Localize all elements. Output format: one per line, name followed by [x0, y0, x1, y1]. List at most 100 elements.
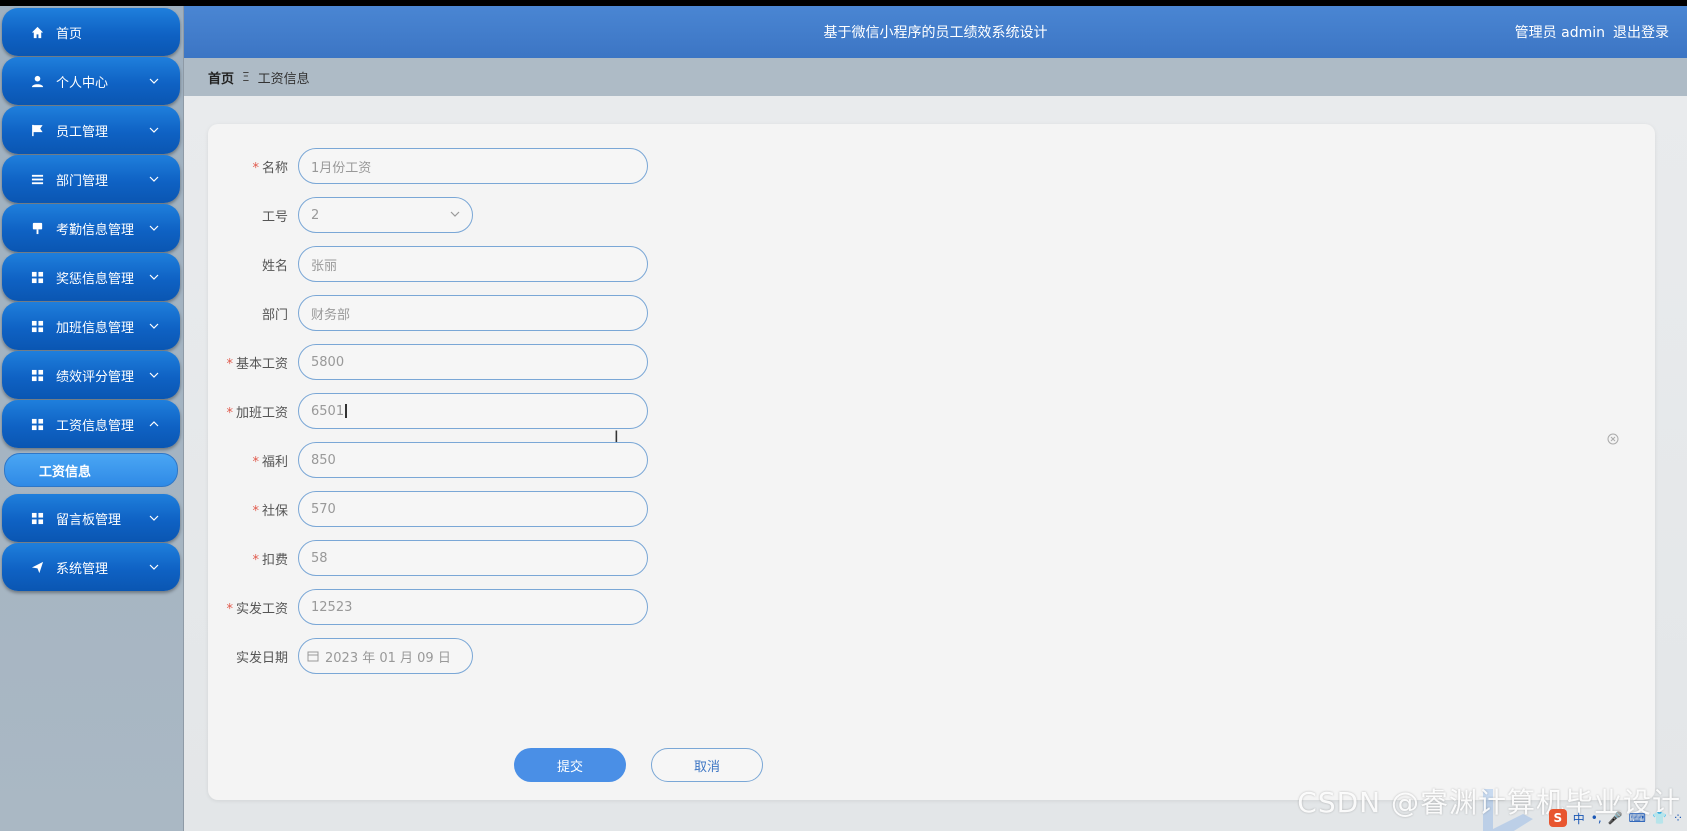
sidebar-item-9[interactable]: 留言板管理	[2, 494, 180, 542]
field-label-text: 社保	[261, 503, 288, 519]
grid-icon	[30, 319, 44, 333]
text-field[interactable]: 张丽	[298, 246, 648, 282]
chevron-down-icon	[148, 320, 160, 332]
field-label-text: 加班工资	[235, 405, 288, 421]
grid-icon	[30, 270, 44, 284]
breadcrumb-home[interactable]: 首页	[208, 68, 234, 87]
field-value: 张丽	[311, 258, 338, 274]
sidebar-item-label: 员工管理	[56, 124, 109, 140]
ime-toolbar[interactable]: S 中 •, 🎤 ⌨ 👕 ⁘	[1548, 809, 1683, 827]
field-label: * 实发工资	[208, 598, 298, 617]
chevron-down-icon	[148, 369, 160, 381]
field-label-text: 工号	[261, 209, 288, 225]
text-field[interactable]: 58	[298, 540, 648, 576]
sidebar-item-5[interactable]: 奖惩信息管理	[2, 253, 180, 301]
chevron-down-icon	[148, 75, 160, 87]
ime-keyboard-icon[interactable]: ⌨	[1629, 811, 1646, 825]
text-field[interactable]: 5800	[298, 344, 648, 380]
sidebar-item-label: 加班信息管理	[56, 320, 135, 336]
text-field[interactable]: 12523	[298, 589, 648, 625]
form-row: * 扣费 58	[208, 540, 908, 576]
field-label: 工号	[208, 206, 298, 225]
list-icon	[30, 172, 44, 186]
chevron-down-icon	[450, 208, 460, 223]
grid-icon	[30, 417, 44, 431]
ime-punct-icon[interactable]: •,	[1591, 811, 1602, 825]
form-row: * 社保 570	[208, 491, 908, 527]
required-mark: *	[226, 405, 233, 421]
required-mark: *	[252, 454, 259, 470]
text-field[interactable]: 6501	[298, 393, 648, 429]
form-row: * 实发工资 12523	[208, 589, 908, 625]
chevron-down-icon	[148, 222, 160, 234]
system-title: 基于微信小程序的员工绩效系统设计	[823, 25, 1048, 41]
chevron-down-icon	[148, 271, 160, 283]
text-field[interactable]: 850	[298, 442, 648, 478]
user-icon	[30, 74, 44, 88]
grid-icon	[30, 511, 44, 525]
sidebar-item-label: 系统管理	[56, 561, 109, 577]
required-mark: *	[252, 503, 259, 519]
ime-skin-icon[interactable]: 👕	[1652, 811, 1667, 825]
sidebar-item-label: 考勤信息管理	[56, 222, 135, 238]
sidebar-item-label: 部门管理	[56, 173, 109, 189]
breadcrumb-separator: Ξ	[242, 70, 250, 84]
field-value: 12523	[311, 599, 353, 615]
form-row: 部门 财务部	[208, 295, 908, 331]
sidebar-item-label: 个人中心	[56, 75, 109, 91]
field-label-text: 福利	[261, 454, 288, 470]
calendar-icon	[307, 650, 319, 662]
sidebar-item-label: 留言板管理	[56, 512, 122, 528]
field-label: 实发日期	[208, 647, 298, 666]
field-value: 2023 年 01 月 09 日	[325, 650, 451, 666]
required-mark: *	[252, 160, 259, 176]
sidebar-item-label: 奖惩信息管理	[56, 271, 135, 287]
chevron-down-icon	[148, 512, 160, 524]
form-row: * 加班工资 6501	[208, 393, 908, 429]
field-value: 570	[311, 501, 336, 517]
pay-date-picker[interactable]: 2023 年 01 月 09 日	[298, 638, 473, 674]
ime-mode[interactable]: 中	[1573, 810, 1585, 827]
input-caret	[345, 404, 348, 418]
sidebar-subitem-salary-info[interactable]: 工资信息	[4, 453, 178, 487]
field-label-text: 实发工资	[235, 601, 288, 617]
form-row: * 福利 850	[208, 442, 908, 478]
chevron-down-icon	[148, 561, 160, 573]
logout-link[interactable]: 退出登录	[1613, 22, 1669, 42]
field-label: * 社保	[208, 500, 298, 519]
ime-menu-icon[interactable]: ⁘	[1673, 811, 1683, 825]
ime-mic-icon[interactable]: 🎤	[1608, 811, 1623, 825]
cancel-button[interactable]: 取消	[651, 748, 763, 782]
user-area: 管理员 admin 退出登录	[1515, 6, 1669, 58]
chevron-up-icon	[148, 418, 160, 430]
sidebar-item-4[interactable]: 考勤信息管理	[2, 204, 180, 252]
pin-icon	[30, 221, 44, 235]
sidebar-item-label: 首页	[56, 26, 83, 42]
sidebar-item-label: 绩效评分管理	[56, 369, 135, 385]
field-label: * 福利	[208, 451, 298, 470]
form-row: 姓名 张丽	[208, 246, 908, 282]
sidebar-item-0[interactable]: 首页	[2, 8, 180, 56]
sidebar-item-8[interactable]: 工资信息管理	[2, 400, 180, 448]
required-mark: *	[252, 552, 259, 568]
ime-logo-icon: S	[1548, 809, 1567, 827]
sidebar-item-6[interactable]: 加班信息管理	[2, 302, 180, 350]
sidebar-item-10[interactable]: 系统管理	[2, 543, 180, 591]
employee-id-select[interactable]: 2	[298, 197, 473, 233]
field-value: 6501	[311, 403, 345, 419]
field-label: * 名称	[208, 157, 298, 176]
clear-input-icon[interactable]	[1607, 430, 1619, 449]
text-field[interactable]: 1月份工资	[298, 148, 648, 184]
header: 基于微信小程序的员工绩效系统设计 管理员 admin 退出登录	[184, 6, 1687, 58]
required-mark: *	[226, 601, 233, 617]
sidebar-item-3[interactable]: 部门管理	[2, 155, 180, 203]
text-field[interactable]: 财务部	[298, 295, 648, 331]
form-row: * 名称 1月份工资	[208, 148, 908, 184]
sidebar-item-7[interactable]: 绩效评分管理	[2, 351, 180, 399]
text-field[interactable]: 570	[298, 491, 648, 527]
field-label: 部门	[208, 304, 298, 323]
submit-button[interactable]: 提交	[514, 748, 626, 782]
sidebar-item-2[interactable]: 员工管理	[2, 106, 180, 154]
field-label-text: 部门	[261, 307, 288, 323]
sidebar-item-1[interactable]: 个人中心	[2, 57, 180, 105]
